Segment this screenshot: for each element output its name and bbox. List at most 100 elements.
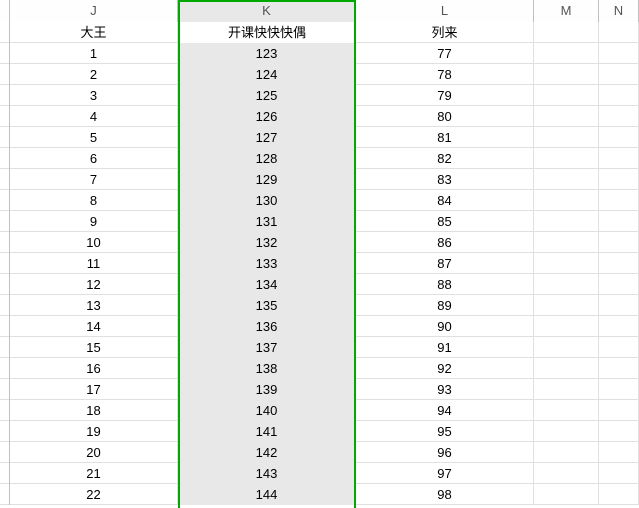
cell[interactable]: [599, 484, 639, 505]
row-stub[interactable]: [0, 148, 10, 169]
cell[interactable]: [599, 64, 639, 85]
row-stub[interactable]: [0, 316, 10, 337]
cell[interactable]: 92: [356, 358, 534, 379]
cell[interactable]: 133: [178, 253, 356, 274]
col-header-M[interactable]: M: [534, 0, 599, 22]
row-stub[interactable]: [0, 253, 10, 274]
cell[interactable]: 7: [10, 169, 178, 190]
cell[interactable]: [534, 127, 599, 148]
cell[interactable]: [599, 379, 639, 400]
cell[interactable]: 141: [178, 421, 356, 442]
cell[interactable]: [599, 316, 639, 337]
cell[interactable]: 2: [10, 64, 178, 85]
cell[interactable]: 8: [10, 190, 178, 211]
cell[interactable]: [534, 232, 599, 253]
cell[interactable]: 18: [10, 400, 178, 421]
row-stub[interactable]: [0, 421, 10, 442]
row-stub[interactable]: [0, 169, 10, 190]
cell[interactable]: [534, 211, 599, 232]
cell[interactable]: [534, 337, 599, 358]
row-stub[interactable]: [0, 295, 10, 316]
cell[interactable]: 140: [178, 400, 356, 421]
cell[interactable]: 139: [178, 379, 356, 400]
cell[interactable]: [534, 22, 599, 43]
cell[interactable]: [534, 190, 599, 211]
cell[interactable]: 11: [10, 253, 178, 274]
cell[interactable]: 97: [356, 463, 534, 484]
cell[interactable]: [534, 43, 599, 64]
cell[interactable]: 98: [356, 484, 534, 505]
cell[interactable]: 123: [178, 43, 356, 64]
cell[interactable]: [599, 190, 639, 211]
cell[interactable]: [599, 22, 639, 43]
cell[interactable]: [534, 400, 599, 421]
cell[interactable]: [599, 253, 639, 274]
cell[interactable]: 6: [10, 148, 178, 169]
cell[interactable]: 5: [10, 127, 178, 148]
cell[interactable]: 137: [178, 337, 356, 358]
row-stub[interactable]: [0, 442, 10, 463]
cell[interactable]: [534, 484, 599, 505]
cell[interactable]: [534, 169, 599, 190]
cell[interactable]: 126: [178, 106, 356, 127]
col-header-stub[interactable]: [0, 0, 10, 22]
cell[interactable]: [599, 148, 639, 169]
cell[interactable]: 21: [10, 463, 178, 484]
cell[interactable]: 16: [10, 358, 178, 379]
cell[interactable]: [534, 274, 599, 295]
cell[interactable]: 13: [10, 295, 178, 316]
cell[interactable]: 80: [356, 106, 534, 127]
cell[interactable]: 128: [178, 148, 356, 169]
cell[interactable]: 9: [10, 211, 178, 232]
cell[interactable]: [599, 463, 639, 484]
cell[interactable]: [599, 337, 639, 358]
cell[interactable]: 89: [356, 295, 534, 316]
cell[interactable]: [534, 463, 599, 484]
cell[interactable]: [534, 64, 599, 85]
spreadsheet-grid[interactable]: J K L M N 大王 列来 112377212478312579412680…: [0, 0, 639, 508]
cell[interactable]: 22: [10, 484, 178, 505]
cell[interactable]: 82: [356, 148, 534, 169]
col-header-N[interactable]: N: [599, 0, 639, 22]
cell[interactable]: [599, 106, 639, 127]
cell[interactable]: 17: [10, 379, 178, 400]
cell[interactable]: 125: [178, 85, 356, 106]
cell[interactable]: [599, 211, 639, 232]
cell[interactable]: 129: [178, 169, 356, 190]
cell[interactable]: 83: [356, 169, 534, 190]
cell[interactable]: 78: [356, 64, 534, 85]
row-stub[interactable]: [0, 358, 10, 379]
cell[interactable]: 19: [10, 421, 178, 442]
cell[interactable]: 14: [10, 316, 178, 337]
cell[interactable]: 95: [356, 421, 534, 442]
cell[interactable]: 144: [178, 484, 356, 505]
cell[interactable]: 93: [356, 379, 534, 400]
cell[interactable]: [599, 442, 639, 463]
cell[interactable]: 3: [10, 85, 178, 106]
cell[interactable]: [599, 232, 639, 253]
cell[interactable]: [534, 148, 599, 169]
cell[interactable]: [534, 85, 599, 106]
row-stub[interactable]: [0, 190, 10, 211]
cell[interactable]: 4: [10, 106, 178, 127]
cell[interactable]: [599, 400, 639, 421]
col-header-K[interactable]: K: [178, 0, 356, 22]
cell[interactable]: [599, 274, 639, 295]
cell[interactable]: 81: [356, 127, 534, 148]
row-stub[interactable]: [0, 337, 10, 358]
cell[interactable]: [534, 253, 599, 274]
row-stub[interactable]: [0, 379, 10, 400]
row-stub[interactable]: [0, 484, 10, 505]
cell[interactable]: 96: [356, 442, 534, 463]
cell[interactable]: [599, 85, 639, 106]
cell[interactable]: [599, 127, 639, 148]
row-stub[interactable]: [0, 463, 10, 484]
cell[interactable]: 10: [10, 232, 178, 253]
cell[interactable]: 84: [356, 190, 534, 211]
cell[interactable]: [534, 421, 599, 442]
cell[interactable]: [534, 316, 599, 337]
row-stub[interactable]: [0, 106, 10, 127]
cell[interactable]: [534, 442, 599, 463]
cell[interactable]: 143: [178, 463, 356, 484]
row-stub[interactable]: [0, 85, 10, 106]
